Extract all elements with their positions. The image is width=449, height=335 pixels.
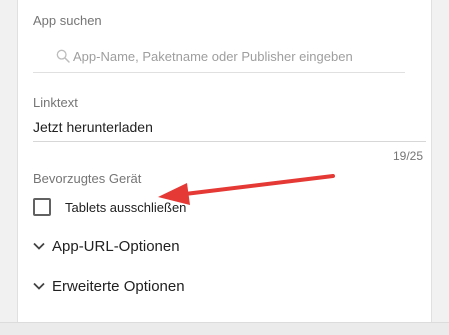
preferred-device-label: Bevorzugtes Gerät	[33, 171, 142, 186]
exclude-tablets-option[interactable]: Tablets ausschließen	[33, 197, 186, 217]
linktext-label: Linktext	[33, 95, 78, 110]
app-url-options-expander[interactable]: App-URL-Optionen	[33, 235, 180, 257]
app-search-field[interactable]	[33, 42, 405, 73]
advanced-options-expander[interactable]: Erweiterte Optionen	[33, 275, 185, 297]
chevron-down-icon	[33, 242, 45, 250]
advanced-options-label: Erweiterte Optionen	[52, 277, 185, 295]
search-icon	[56, 49, 70, 63]
app-settings-panel: App suchen Linktext 19/25 Bevorzugtes Ge…	[17, 0, 432, 334]
char-count: 19/25	[392, 149, 423, 163]
app-search-label: App suchen	[33, 13, 102, 28]
bottom-divider	[0, 322, 449, 335]
chevron-down-icon	[33, 282, 45, 290]
app-search-input[interactable]	[73, 42, 393, 70]
linktext-field[interactable]	[33, 115, 426, 142]
exclude-tablets-checkbox[interactable]	[33, 198, 51, 216]
exclude-tablets-label[interactable]: Tablets ausschließen	[65, 200, 186, 215]
app-url-options-label: App-URL-Optionen	[52, 237, 180, 255]
linktext-input[interactable]	[33, 115, 413, 139]
